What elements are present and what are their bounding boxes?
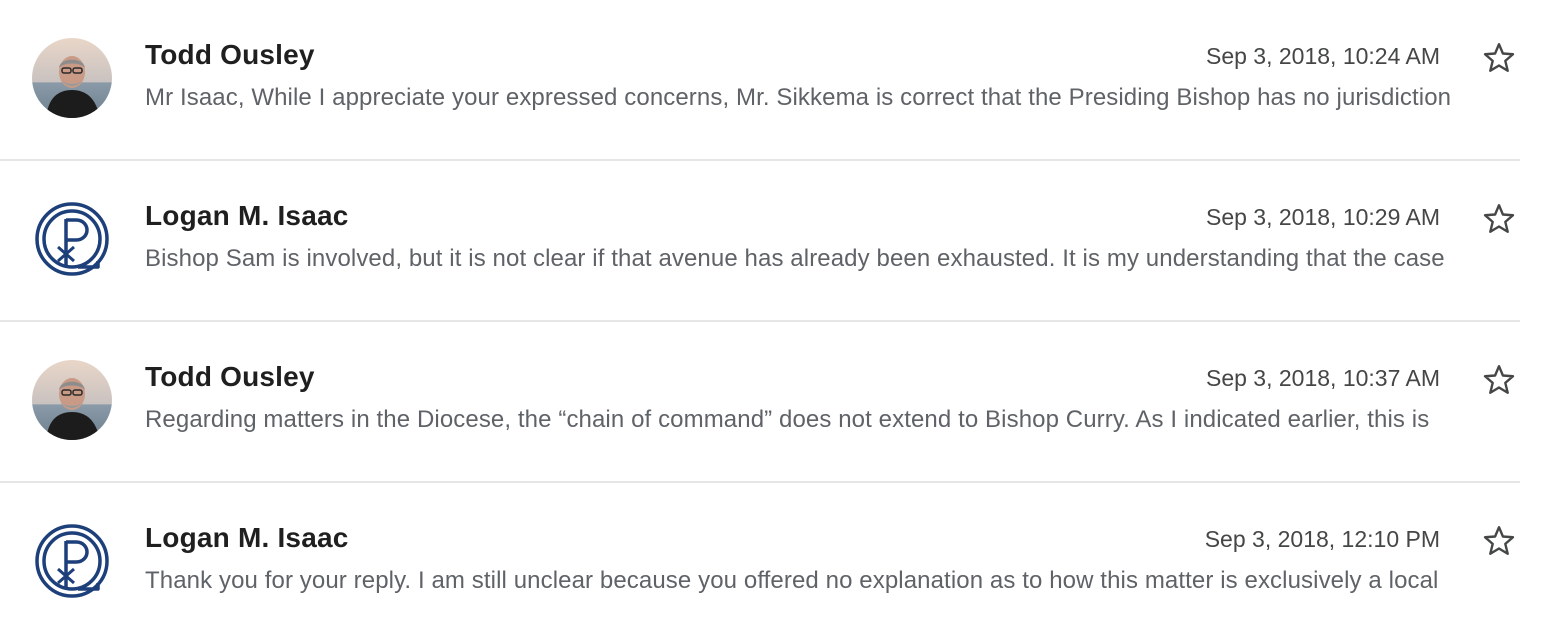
person-photo-icon: [32, 38, 112, 118]
message-item[interactable]: Todd Ousley Sep 3, 2018, 10:37 AM Regard…: [0, 322, 1520, 483]
message-date: Sep 3, 2018, 12:10 PM: [1204, 526, 1440, 552]
message-snippet: Regarding matters in the Diocese, the “c…: [145, 406, 1430, 433]
sender-name: Logan M. Isaac: [145, 200, 349, 231]
message-date: Sep 3, 2018, 10:24 AM: [1205, 43, 1440, 69]
message-item[interactable]: Logan M. Isaac Sep 3, 2018, 10:29 AM Bis…: [0, 161, 1520, 322]
chi-rho-logo-icon: [32, 521, 112, 601]
message-snippet: Thank you for your reply. I am still unc…: [145, 567, 1439, 594]
chi-rho-logo-icon: [32, 199, 112, 279]
avatar[interactable]: [32, 199, 112, 279]
message-snippet: Mr Isaac, While I appreciate your expres…: [145, 84, 1452, 111]
star-icon[interactable]: [1481, 201, 1517, 237]
message-item[interactable]: Todd Ousley Sep 3, 2018, 10:24 AM Mr Isa…: [0, 0, 1520, 161]
sender-name: Todd Ousley: [145, 39, 315, 70]
person-photo-icon: [32, 360, 112, 440]
star-icon[interactable]: [1481, 523, 1517, 559]
sender-name: Logan M. Isaac: [145, 522, 349, 553]
message-snippet: Bishop Sam is involved, but it is not cl…: [145, 245, 1445, 272]
avatar[interactable]: [32, 360, 112, 440]
star-icon[interactable]: [1481, 40, 1517, 76]
email-thread: Todd Ousley Sep 3, 2018, 10:24 AM Mr Isa…: [0, 0, 1546, 644]
message-item[interactable]: Logan M. Isaac Sep 3, 2018, 12:10 PM Tha…: [0, 483, 1520, 644]
star-icon[interactable]: [1481, 362, 1517, 398]
sender-name: Todd Ousley: [145, 361, 315, 392]
message-date: Sep 3, 2018, 10:37 AM: [1205, 365, 1440, 391]
avatar[interactable]: [32, 521, 112, 601]
message-date: Sep 3, 2018, 10:29 AM: [1205, 204, 1440, 230]
avatar[interactable]: [32, 38, 112, 118]
